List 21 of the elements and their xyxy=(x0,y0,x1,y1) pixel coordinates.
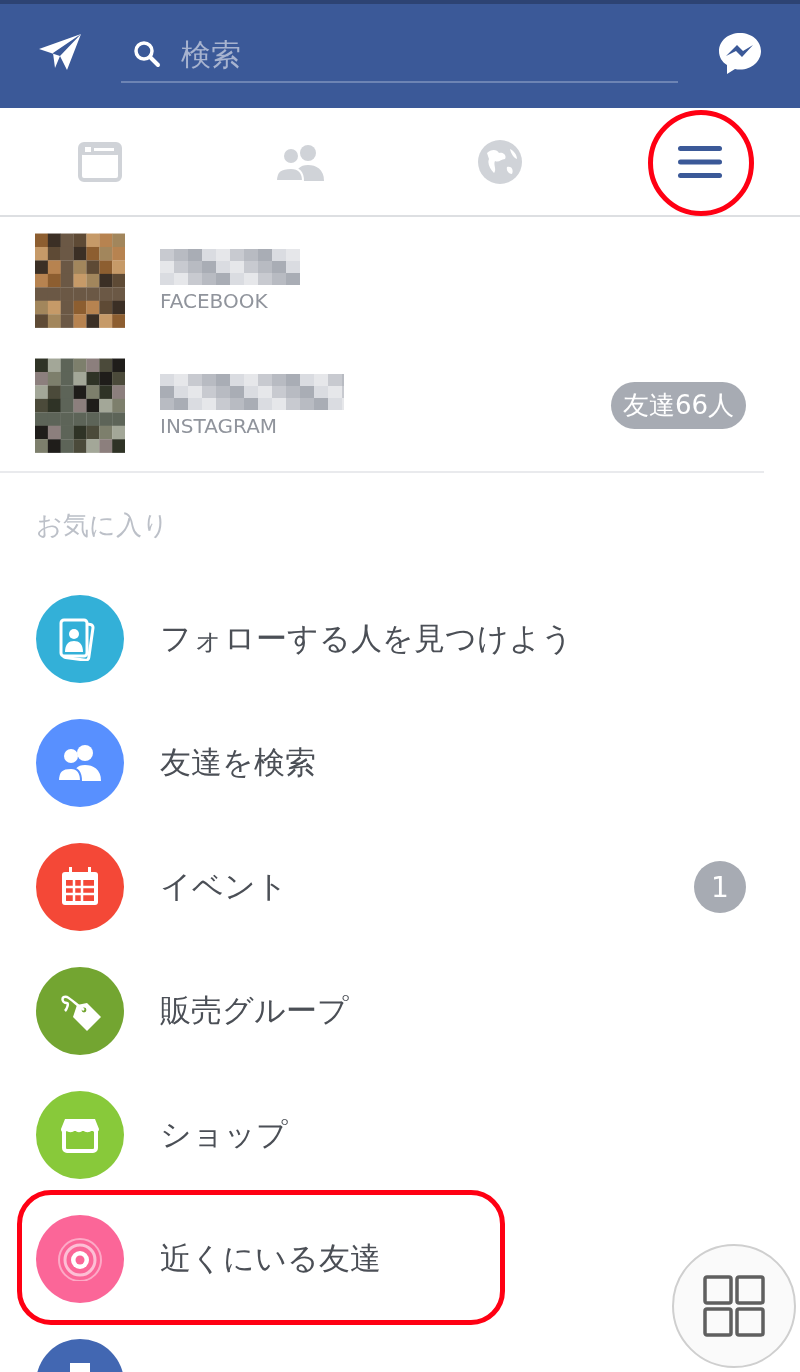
count-badge: 1 xyxy=(694,861,746,913)
news-feed-icon xyxy=(78,141,122,182)
menu-item[interactable]: 友達を検索 xyxy=(0,701,800,825)
friend-count-badge: 友達66人 xyxy=(610,382,746,429)
menu-item[interactable]: フォローする人を見つけよう xyxy=(0,577,800,701)
menu-item[interactable]: 販売グループ xyxy=(0,949,800,1073)
section-heading: お気に入り xyxy=(35,508,170,542)
paper-plane-icon[interactable] xyxy=(37,32,83,72)
grid-icon xyxy=(703,1275,765,1337)
search-icon xyxy=(133,40,161,68)
menu-item[interactable]: 近くにいる友達 xyxy=(0,1197,800,1321)
service-label: INSTAGRAM xyxy=(160,413,279,438)
menu-item[interactable]: イベント 1 xyxy=(0,825,800,949)
globe-icon xyxy=(477,138,523,185)
menu-item[interactable]: ショップ xyxy=(0,1073,800,1197)
messenger-icon[interactable] xyxy=(717,31,763,75)
service-label: FACEBOOK xyxy=(160,288,269,313)
people-icon xyxy=(275,142,325,181)
search-field[interactable]: 検索 xyxy=(181,36,678,72)
target-rings-icon xyxy=(57,1237,103,1281)
menu-icon xyxy=(677,143,723,180)
